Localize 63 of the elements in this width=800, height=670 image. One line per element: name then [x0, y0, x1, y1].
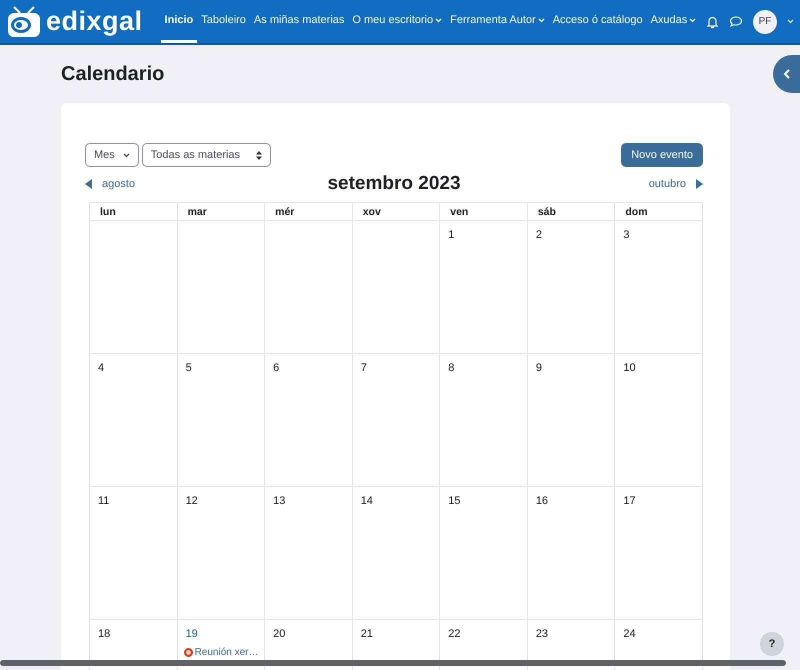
day-number: 3 — [623, 229, 630, 241]
day-number: 22 — [448, 628, 460, 640]
day-number: 16 — [536, 495, 548, 507]
day-number: 24 — [623, 628, 636, 640]
help-button[interactable]: ? — [760, 632, 784, 656]
scrollbar[interactable] — [0, 660, 786, 666]
nav-link[interactable]: Ferramenta Autor — [446, 0, 549, 43]
logo-text: edixgal — [46, 6, 143, 37]
page-title: Calendario — [61, 63, 166, 86]
nav-link[interactable]: Inicio — [160, 0, 198, 43]
bell-icon[interactable] — [706, 14, 719, 28]
day-number: 11 — [98, 495, 110, 507]
day-number: 15 — [448, 495, 460, 507]
calendar-event[interactable]: Reunión xer… — [184, 647, 262, 658]
caret-icon — [435, 18, 442, 22]
view-select[interactable]: Mes — [85, 143, 139, 167]
nav-link[interactable]: Taboleiro — [197, 0, 250, 43]
chat-icon[interactable] — [729, 15, 743, 28]
right-arrow-icon — [696, 179, 703, 189]
nav-link[interactable]: As miñas materias — [250, 0, 348, 43]
day-number: 9 — [536, 362, 542, 374]
sort-icon — [256, 150, 262, 160]
day-number: 6 — [273, 362, 280, 374]
caret-icon — [689, 18, 696, 22]
weekday-header: mar — [188, 206, 207, 218]
new-event-button[interactable]: Novo evento — [621, 143, 703, 167]
course-select[interactable]: Todas as materias — [142, 143, 271, 167]
caret-icon — [538, 18, 545, 22]
weekday-header: dom — [625, 206, 648, 218]
weekday-header: sáb — [538, 206, 556, 218]
day-number: 1 — [448, 229, 454, 241]
day-number: 21 — [360, 628, 373, 640]
chevron-left-icon — [782, 69, 790, 79]
weekday-header: lun — [100, 206, 116, 218]
month-title: setembro 2023 — [327, 173, 461, 194]
nav-link[interactable]: O meu escritorio — [348, 0, 446, 43]
day-number: 5 — [186, 362, 192, 374]
caret-icon — [787, 19, 794, 24]
caret-icon — [122, 152, 130, 158]
day-number: 7 — [360, 362, 367, 374]
day-number: 14 — [360, 495, 373, 507]
day-number: 19 — [186, 628, 198, 640]
day-number: 8 — [448, 362, 454, 374]
day-number: 13 — [273, 495, 286, 507]
day-number: 2 — [536, 229, 542, 241]
day-number: 10 — [623, 362, 636, 374]
left-arrow-icon — [85, 179, 92, 189]
weekday-header: xov — [362, 206, 381, 218]
logo-icon — [6, 4, 42, 38]
nav-link[interactable]: Axudas — [646, 0, 700, 43]
next-month-link[interactable]: outubro — [648, 178, 703, 190]
previous-month-link[interactable]: agosto — [85, 178, 136, 190]
drawer-toggle[interactable] — [773, 55, 800, 93]
user-avatar[interactable]: PF — [753, 10, 777, 34]
day-number: 18 — [98, 628, 110, 640]
weekday-header: ven — [450, 206, 468, 218]
day-number: 12 — [186, 495, 198, 507]
day-number: 17 — [623, 495, 636, 507]
day-number: 4 — [98, 362, 104, 374]
nav-link[interactable]: Acceso ó catálogo — [548, 0, 647, 43]
day-number: 20 — [273, 628, 286, 640]
weekday-header: mér — [275, 206, 294, 218]
day-number: 23 — [536, 628, 548, 640]
